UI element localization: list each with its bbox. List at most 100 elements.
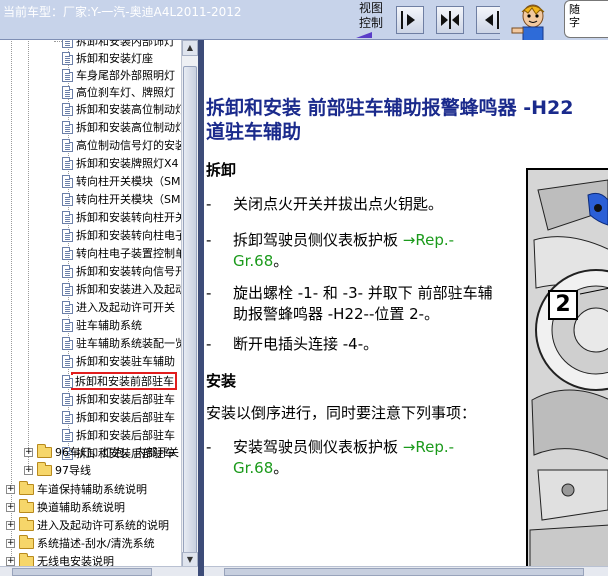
- tree-item-doc[interactable]: 拆卸和安装灯座: [62, 49, 153, 67]
- document-pane: 拆卸和安装 前部驻车辅助报警蜂鸣器 -H22 道驻车辅助 拆卸 - 关闭点火开关并…: [204, 40, 608, 566]
- expand-toggle-icon[interactable]: +: [24, 447, 33, 457]
- tree-item-doc[interactable]: 驻车辅助系统装配一览: [62, 334, 181, 352]
- document-icon: [62, 246, 73, 260]
- tree-item-folder-expand[interactable]: + 系统描述-刮水/清洗系统: [6, 534, 155, 552]
- tree-item-folder-expand[interactable]: + 97导线: [24, 461, 91, 479]
- tree-hscrollbar[interactable]: [0, 566, 198, 576]
- tree-item-doc[interactable]: 拆卸和安装转向信号开关: [62, 262, 181, 280]
- folder-icon: [19, 498, 34, 513]
- tree-item-label: 拆卸和安装转向柱开关: [76, 211, 181, 224]
- folder-icon: [19, 480, 34, 495]
- removal-step: - 拆卸驾驶员侧仪表板护板 →Rep.-Gr.68。: [206, 231, 455, 270]
- title-line-2: 道驻车辅助: [206, 121, 302, 143]
- document-icon: [62, 374, 73, 388]
- help-mascot[interactable]: 随 字: [500, 0, 608, 40]
- document-icon: [62, 210, 73, 224]
- scroll-thumb[interactable]: [12, 568, 152, 576]
- tree-item-doc-selected[interactable]: 拆卸和安装前部驻车: [62, 372, 177, 390]
- tree-item-doc[interactable]: 高位制动信号灯的安装: [62, 136, 181, 154]
- tree-item-label: 系统描述-刮水/清洗系统: [37, 537, 155, 550]
- toc-tree: 拆卸和安装内部饰灯 拆卸和安装灯座 车身尾部外部照明灯 高位刹车灯、牌照灯 拆卸…: [0, 40, 181, 568]
- expand-toggle-icon[interactable]: +: [6, 520, 15, 530]
- tree-item-label: 转向柱开关模块（SM: [76, 193, 181, 206]
- tree-item-doc[interactable]: 进入及起动许可开关: [62, 298, 175, 316]
- page-title: 拆卸和安装 前部驻车辅助报警蜂鸣器 -H22 道驻车辅助: [206, 96, 608, 144]
- tree-scrollbar[interactable]: ▲ ▼: [181, 40, 198, 568]
- tree-item-label: 驻车辅助系统: [76, 319, 142, 332]
- title-line-1: 拆卸和安装 前部驻车辅助报警蜂鸣器 -H22: [206, 97, 574, 119]
- tree-item-label: 进入及起动许可系统的说明: [37, 519, 169, 532]
- tree-item-label: 转向柱开关模块（SM: [76, 175, 181, 188]
- tree-item-doc[interactable]: 拆卸和安装后部驻车: [62, 408, 175, 426]
- view-control-marker: [356, 32, 372, 38]
- tree-item-doc[interactable]: 转向柱开关模块（SM: [62, 190, 180, 208]
- tree-item-doc[interactable]: 转向柱开关模块（SM: [62, 172, 180, 190]
- expand-toggle-icon[interactable]: +: [6, 502, 15, 512]
- document-icon: [62, 336, 73, 350]
- document-icon: [62, 156, 73, 170]
- tree-item-doc[interactable]: 拆卸和安装高位制动灯: [62, 118, 181, 136]
- tree-item-label: 拆卸和安装后部驻车: [76, 429, 175, 442]
- document-icon: [62, 410, 73, 424]
- tree-item-label: 车身尾部外部照明灯: [76, 69, 175, 82]
- removal-heading: 拆卸: [206, 161, 237, 179]
- tree-item-doc[interactable]: 拆卸和安装牌照灯X4: [62, 154, 179, 172]
- arrow-left-icon: [485, 11, 499, 29]
- folder-icon: [19, 534, 34, 549]
- tree-item-label: 车道保持辅助系统说明: [37, 483, 147, 496]
- illustration-drawing: [528, 170, 608, 566]
- tree-item-doc[interactable]: 转向柱电子装置控制单元: [62, 244, 181, 262]
- tree-item-label: 拆卸和安装牌照灯X4: [76, 157, 179, 170]
- tree-item-folder-expand[interactable]: + 换道辅助系统说明: [6, 498, 125, 516]
- expand-toggle-icon[interactable]: +: [24, 465, 33, 475]
- show-tree-button[interactable]: [396, 6, 424, 34]
- tree-item-folder-expand[interactable]: + 进入及起动许可系统的说明: [6, 516, 169, 534]
- step-text: 安装驾驶员侧仪表板护板: [233, 438, 403, 456]
- tree-item-label: 驻车辅助系统装配一览: [76, 337, 181, 350]
- expand-toggle-icon[interactable]: +: [6, 538, 15, 548]
- folder-icon: [19, 552, 34, 567]
- tree-item-label: 拆卸和安装驻车辅助: [76, 355, 175, 368]
- removal-step: - 关闭点火开关并拔出点火钥匙。: [206, 194, 506, 216]
- document-hscrollbar[interactable]: [204, 566, 608, 576]
- tree-item-doc[interactable]: 拆卸和安装转向柱电子: [62, 226, 181, 244]
- tree-item-doc[interactable]: 拆卸和安装后部驻车: [62, 390, 175, 408]
- document-icon: [62, 120, 73, 134]
- tree-item-doc[interactable]: 拆卸和安装高位制动灯: [62, 100, 181, 118]
- document-icon: [62, 40, 73, 48]
- scroll-up-icon[interactable]: ▲: [182, 40, 198, 56]
- document-icon: [62, 228, 73, 242]
- tree-item-folder-expand[interactable]: + 车道保持辅助系统说明: [6, 480, 147, 498]
- install-heading: 安装: [206, 372, 237, 390]
- tree-item-doc[interactable]: 拆卸和安装驻车辅助: [62, 352, 175, 370]
- document-icon: [62, 282, 73, 296]
- tree-item-label: 进入及起动许可开关: [76, 301, 175, 314]
- document-icon: [62, 85, 73, 99]
- folder-icon: [37, 443, 52, 458]
- install-intro: 安装以倒序进行，同时要注意下列事项：: [206, 404, 477, 422]
- component-illustration: [526, 168, 608, 566]
- mascot-speech-bubble: 随 字: [564, 0, 608, 38]
- current-model-label: 当前车型：厂家:Y-一汽-奥迪A4L2011-2012: [3, 5, 242, 19]
- tree-item-label: 拆卸和安装后部驻车: [76, 393, 175, 406]
- tree-item-doc[interactable]: 驻车辅助系统: [62, 316, 142, 334]
- document-icon: [62, 392, 73, 406]
- tree-item-doc[interactable]: 车身尾部外部照明灯: [62, 66, 175, 84]
- scroll-thumb[interactable]: [224, 568, 584, 576]
- tree-item-folder-expand[interactable]: + 96车灯，灯泡，内部开关: [24, 443, 179, 461]
- tree-item-label: 高位刹车灯、牌照灯: [76, 86, 175, 99]
- expand-toggle-icon[interactable]: +: [6, 484, 15, 494]
- tree-item-doc[interactable]: 拆卸和安装转向柱开关: [62, 208, 181, 226]
- tree-item-doc[interactable]: 拆卸和安装后部驻车: [62, 426, 175, 444]
- tree-item-doc[interactable]: 高位刹车灯、牌照灯: [62, 83, 175, 101]
- document-icon: [62, 428, 73, 442]
- document-icon: [62, 354, 73, 368]
- figure-callout: 2: [548, 290, 578, 320]
- split-view-button[interactable]: [436, 6, 464, 34]
- tree-item-doc[interactable]: 拆卸和安装进入及起动: [62, 280, 181, 298]
- tree-item-label: 96车灯，灯泡，内部开关: [55, 446, 179, 459]
- scroll-thumb[interactable]: [183, 66, 197, 564]
- folder-icon: [37, 461, 52, 476]
- expand-toggle-icon[interactable]: +: [6, 556, 15, 566]
- document-icon: [62, 192, 73, 206]
